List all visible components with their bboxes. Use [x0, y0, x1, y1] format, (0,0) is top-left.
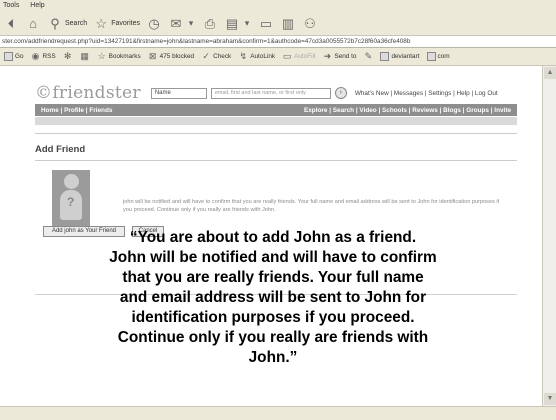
favorites-button[interactable]: ☆ Favorites — [93, 15, 140, 33]
links-toolbar: Go ◉ RSS ✻ ▦ ☆ Bookmarks ⊠ 475 blocked ✓ Che… — [0, 48, 556, 66]
research-button[interactable]: ▥ — [280, 15, 296, 33]
confirmation-text: john will be notified and will have to c… — [123, 199, 500, 213]
search-button[interactable]: ⚲ Search — [47, 15, 87, 33]
friendster-page: ©friendster Name email, first and last n… — [35, 82, 517, 295]
messenger-button[interactable]: ⚇ — [302, 15, 318, 33]
home-icon: ⌂ — [29, 16, 37, 31]
quote-line: John will be notified and will have to c… — [109, 249, 437, 266]
bookmarks-button[interactable]: ☆ Bookmarks — [97, 49, 141, 65]
top-links[interactable]: What's New | Messages | Settings | Help … — [355, 90, 498, 97]
popup-blocker-icon: ⊠ — [148, 51, 157, 61]
go-button[interactable]: Go — [4, 52, 24, 61]
sub-nav-strip — [35, 128, 517, 134]
share-icon: ✻ — [63, 51, 72, 61]
edit-button[interactable]: ▤ ▾ — [224, 15, 252, 33]
scroll-down-icon[interactable]: ▼ — [544, 393, 556, 405]
autolink-icon: ↯ — [239, 51, 247, 61]
pencil-button[interactable]: ✎ — [363, 49, 373, 65]
nav-left-links[interactable]: Home | Profile | Friends — [41, 107, 112, 114]
edit-icon: ▤ — [225, 16, 239, 31]
search-go-button[interactable]: › — [334, 87, 347, 99]
history-icon: ◷ — [148, 16, 160, 31]
main-nav: Home | Profile | Friends Explore | Searc… — [35, 104, 517, 116]
home-button[interactable]: ⌂ — [25, 15, 41, 33]
quote-line: and email address will be sent to John f… — [119, 289, 427, 306]
favorites-icon: ☆ — [95, 16, 108, 31]
quote-line: Continue only if you really are friends … — [117, 329, 429, 346]
rss-button[interactable]: ◉ RSS — [31, 49, 56, 65]
address-url: ster.com/addfriendrequest.php?uid=134271… — [2, 38, 411, 45]
spellcheck-icon: ✓ — [202, 51, 210, 61]
popup-blocked-button[interactable]: ⊠ 475 blocked — [148, 49, 194, 65]
address-bar[interactable]: ster.com/addfriendrequest.php?uid=134271… — [0, 36, 556, 48]
print-button[interactable]: ⎙ — [202, 15, 218, 33]
logo-circle-icon: © — [35, 83, 53, 103]
print-icon: ⎙ — [204, 16, 216, 31]
nav-right-links[interactable]: Explore | Search | Video | Schools | Rev… — [304, 107, 511, 114]
search-icon: ⚲ — [50, 16, 60, 31]
page-title: Add Friend — [35, 144, 86, 155]
menu-help[interactable]: Help — [30, 2, 44, 9]
com-icon — [426, 52, 436, 61]
quote-overlay: “You are about to add John as a friend. … — [24, 228, 522, 368]
browser-toolbar: ⏴ ⌂ ⚲ Search ☆ Favorites ◷ ✉ ▾ ⎙ ▤ ▾ ▭ ▥ ⚇ — [0, 12, 556, 36]
history-button[interactable]: ◷ — [146, 15, 162, 33]
messenger-icon: ⚇ — [304, 16, 316, 31]
send-icon: ➜ — [323, 51, 332, 61]
mail-button[interactable]: ✉ ▾ — [168, 15, 196, 33]
autofill-icon: ▭ — [282, 51, 292, 61]
favorites-label: Favorites — [111, 20, 140, 27]
share-button[interactable]: ✻ — [63, 49, 73, 65]
search-type-select[interactable]: Name — [150, 87, 207, 99]
com-button[interactable]: com — [426, 52, 450, 61]
site-search-input[interactable]: email, first and last name, or first onl… — [210, 87, 331, 99]
autofill-button[interactable]: ▭ AutoFill — [282, 49, 316, 65]
chevron-down-icon: ▾ — [244, 18, 250, 28]
page-icon: ▦ — [80, 51, 89, 61]
dropdown-icon — [4, 52, 13, 61]
avatar: ? — [52, 170, 90, 226]
search-label: Search — [65, 20, 88, 27]
pencil-icon: ✎ — [364, 51, 373, 61]
friendster-logo[interactable]: ©friendster — [35, 83, 141, 103]
discuss-icon: ▭ — [259, 16, 273, 31]
deviantart-button[interactable]: deviantart — [380, 52, 420, 61]
quote-line: that you are really friends. Your full n… — [122, 269, 424, 286]
send-to-button[interactable]: ➜ Send to — [322, 49, 357, 65]
quote-line: identification purposes if you proceed. — [131, 309, 415, 326]
page-viewport: ©friendster Name email, first and last n… — [0, 66, 542, 406]
quote-line: “You are about to add John as a friend. — [129, 229, 417, 246]
mail-icon: ✉ — [170, 16, 182, 31]
back-icon: ⏴ — [7, 16, 15, 31]
sub-nav-bar — [35, 117, 517, 125]
menu-bar: Tools Help — [0, 0, 556, 12]
chevron-down-icon: ▾ — [188, 18, 194, 28]
vertical-scrollbar[interactable]: ▲ ▼ — [542, 66, 556, 406]
back-button[interactable]: ⏴ — [3, 15, 19, 33]
site-header: ©friendster Name email, first and last n… — [35, 82, 517, 104]
bookmark-star-icon: ☆ — [97, 51, 106, 61]
discuss-button[interactable]: ▭ — [258, 15, 274, 33]
autolink-button[interactable]: ↯ AutoLink — [238, 49, 275, 65]
menu-tools[interactable]: Tools — [3, 2, 19, 9]
question-mark-icon: ? — [67, 195, 75, 209]
check-button[interactable]: ✓ Check — [201, 49, 231, 65]
research-icon: ▥ — [281, 16, 295, 31]
scroll-up-icon[interactable]: ▲ — [544, 67, 556, 79]
rss-icon: ◉ — [31, 51, 40, 61]
deviantart-icon — [380, 52, 390, 61]
title-divider — [35, 160, 517, 161]
page-button[interactable]: ▦ — [80, 49, 90, 65]
quote-line: John.” — [248, 349, 298, 366]
status-bar — [0, 406, 556, 420]
avatar-head-icon — [64, 174, 79, 189]
